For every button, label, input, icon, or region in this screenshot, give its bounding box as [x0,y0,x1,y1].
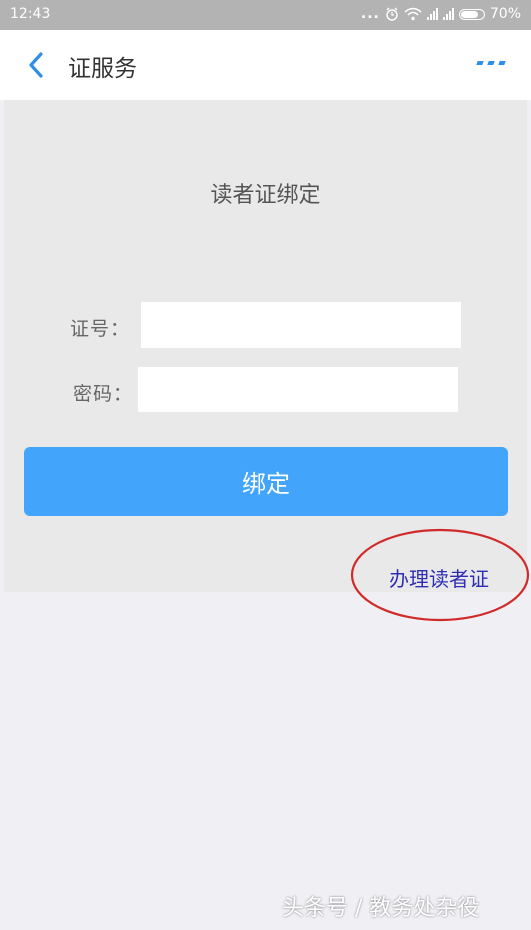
nav-bar: 证服务 [0,30,531,100]
form-title: 读者证绑定 [210,183,321,208]
back-arrow-icon[interactable] [22,50,52,80]
password-input[interactable] [138,367,458,412]
more-icon[interactable] [476,61,506,65]
wifi-icon [404,7,422,21]
notification-dots: ... [360,6,380,22]
bind-button[interactable]: 绑定 [24,447,508,516]
more-dot [476,61,484,65]
status-icons: ... 70% [361,6,521,22]
watermark: 头条号 / 教务处杂役 [282,896,480,921]
password-label: 密码： [73,383,134,405]
signal-icon-2 [442,8,454,20]
card-number-label: 证号： [70,318,131,340]
battery-percent: 70% [489,6,521,22]
battery-icon [458,8,485,20]
status-time: 12:43 [10,6,51,22]
more-dot [487,61,495,65]
card-number-input[interactable] [141,302,461,348]
page-title: 证服务 [68,56,137,82]
status-bar: 12:43 ... 70% [0,0,531,30]
more-dot [498,61,506,65]
signal-icon [426,8,438,20]
highlight-circle [350,528,530,622]
alarm-icon [386,7,398,21]
